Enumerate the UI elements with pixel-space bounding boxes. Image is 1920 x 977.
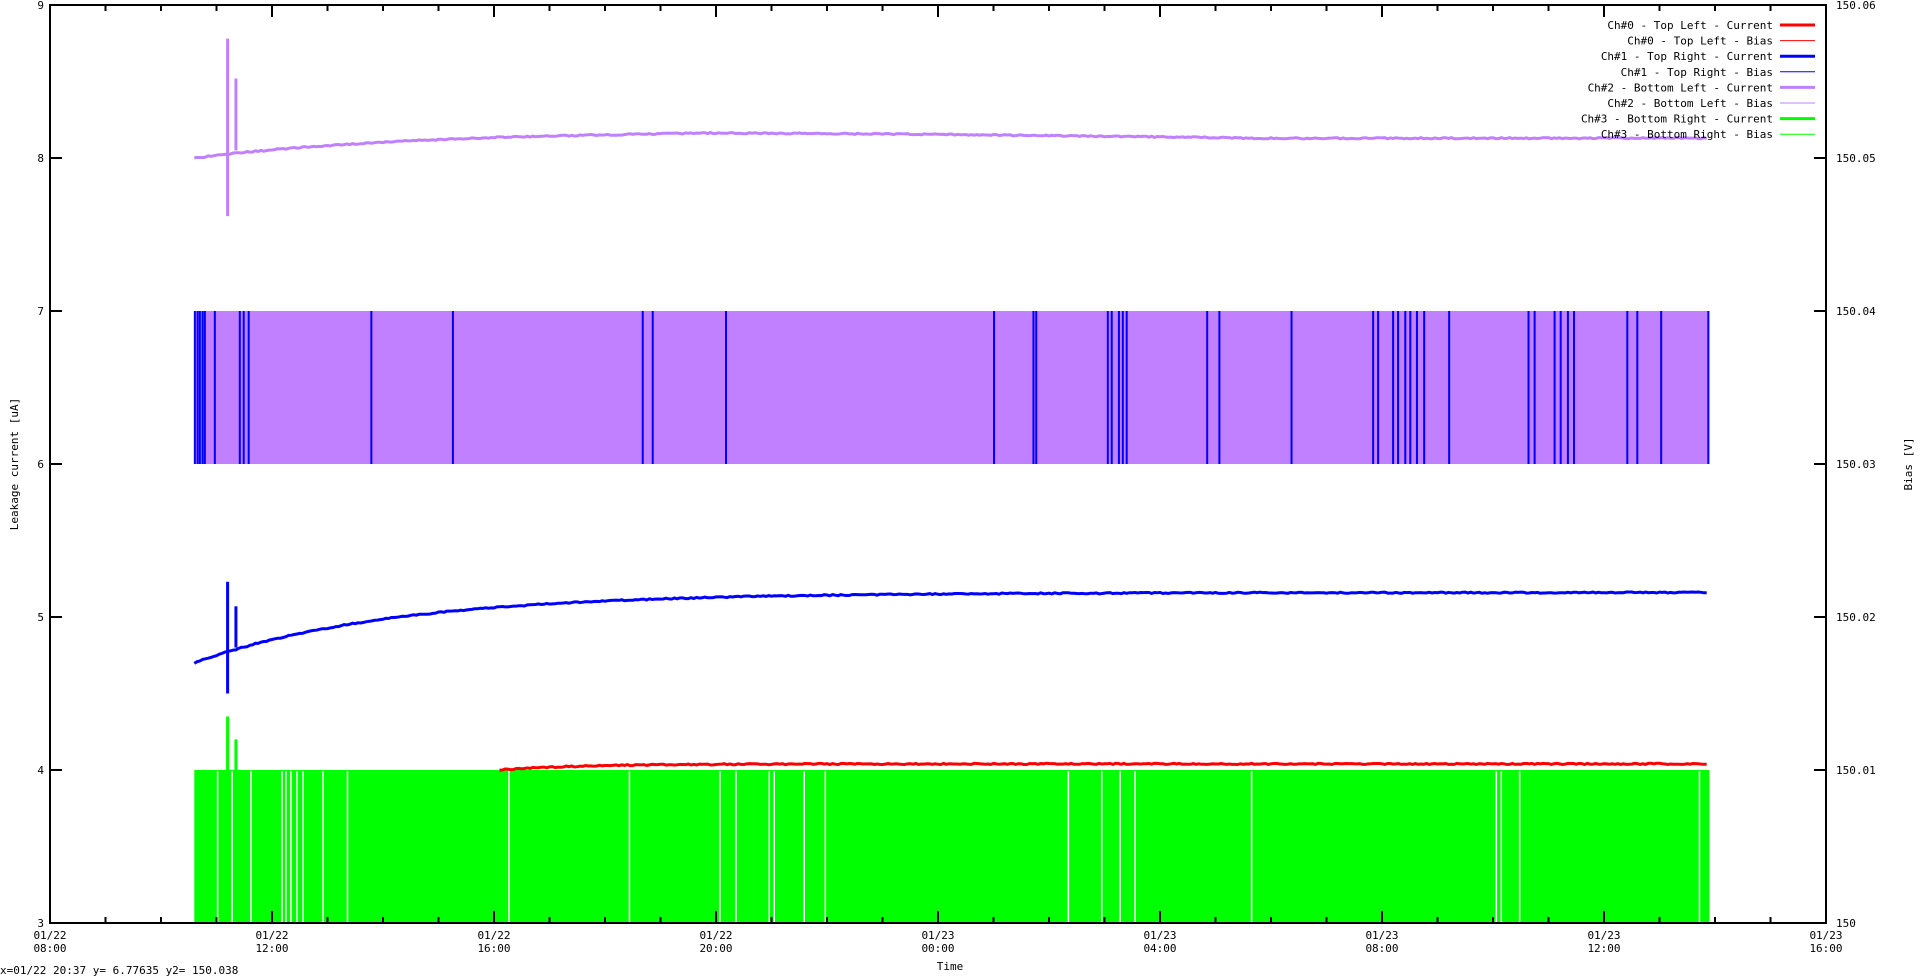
leakage-current-chart[interactable]: 01/22 08:0001/22 12:0001/22 16:0001/22 20:00… xyxy=(0,0,1920,977)
y-tick-label: 8 xyxy=(37,152,44,165)
ch3-bias-band xyxy=(194,770,1709,923)
y-tick-label: 5 xyxy=(37,611,44,624)
legend-label: Ch#2 - Bottom Left - Bias xyxy=(1607,97,1773,110)
x-tick-label-line: 01/22 xyxy=(699,929,732,942)
x-tick-label-line: 01/23 xyxy=(1143,929,1176,942)
legend-label: Ch#1 - Top Right - Bias xyxy=(1621,66,1773,79)
x-tick-label-line: 16:00 xyxy=(1809,942,1842,955)
y2-tick-label: 150.02 xyxy=(1836,611,1876,624)
y2-tick-label: 150 xyxy=(1836,917,1856,930)
y-tick-label: 4 xyxy=(37,764,44,777)
x-tick-label-line: 01/23 xyxy=(1809,929,1842,942)
x-tick-label: 01/22 08:00 xyxy=(33,929,66,955)
legend-label: Ch#0 - Top Left - Bias xyxy=(1627,35,1773,48)
y2-tick-label: 150.05 xyxy=(1836,152,1876,165)
x-axis-label: Time xyxy=(937,960,964,973)
x-tick-label: 01/23 12:00 xyxy=(1587,929,1620,955)
ch0-current-line xyxy=(500,763,1707,770)
x-tick-label: 01/22 16:00 xyxy=(477,929,510,955)
cursor-readout: x=01/22 20:37 y= 6.77635 y2= 150.038 xyxy=(0,964,238,977)
x-tick-label-line: 12:00 xyxy=(1587,942,1620,955)
x-tick-label: 01/23 16:00 xyxy=(1809,929,1842,955)
x-tick-label: 01/23 04:00 xyxy=(1143,929,1176,955)
x-tick-label: 01/22 20:00 xyxy=(699,929,732,955)
y2-tick-label: 150.06 xyxy=(1836,0,1876,12)
y-tick-label: 7 xyxy=(37,305,44,318)
x-tick-label-line: 08:00 xyxy=(33,942,66,955)
x-tick-label-line: 01/23 xyxy=(1587,929,1620,942)
y2-tick-label: 150.04 xyxy=(1836,305,1876,318)
ch2-bias-band xyxy=(194,311,1709,464)
x-tick-label-line: 01/22 xyxy=(255,929,288,942)
x-tick-label-line: 01/22 xyxy=(477,929,510,942)
x-tick-label-line: 16:00 xyxy=(477,942,510,955)
legend-label: Ch#3 - Bottom Right - Current xyxy=(1581,113,1773,126)
x-tick-label: 01/22 12:00 xyxy=(255,929,288,955)
x-tick-label: 01/23 00:00 xyxy=(921,929,954,955)
x-tick-label-line: 12:00 xyxy=(255,942,288,955)
legend-label: Ch#1 - Top Right - Current xyxy=(1601,50,1773,63)
y2-tick-label: 150.01 xyxy=(1836,764,1876,777)
y-tick-label: 3 xyxy=(37,917,44,930)
y-axis-label: Leakage current [uA] xyxy=(8,398,21,530)
legend: Ch#0 - Top Left - Current Ch#0 - Top Left… xyxy=(1581,19,1815,141)
x-tick-label-line: 00:00 xyxy=(921,942,954,955)
x-tick-label-line: 04:00 xyxy=(1143,942,1176,955)
x-tick-label-line: 08:00 xyxy=(1365,942,1398,955)
y-tick-label: 6 xyxy=(37,458,44,471)
y2-tick-label: 150.03 xyxy=(1836,458,1876,471)
y2-axis-label: Bias [V] xyxy=(1902,438,1915,491)
legend-label: Ch#3 - Bottom Right - Bias xyxy=(1601,128,1773,141)
x-tick-label-line: 01/23 xyxy=(1365,929,1398,942)
x-tick-label-line: 01/22 xyxy=(33,929,66,942)
legend-label: Ch#2 - Bottom Left - Current xyxy=(1588,81,1773,94)
x-tick-label-line: 20:00 xyxy=(699,942,732,955)
y-tick-label: 9 xyxy=(37,0,44,12)
ch1-current-line xyxy=(194,592,1706,663)
x-tick-label: 01/23 08:00 xyxy=(1365,929,1398,955)
legend-label: Ch#0 - Top Left - Current xyxy=(1607,19,1773,32)
ch2-current-line xyxy=(194,133,1706,158)
x-tick-label-line: 01/23 xyxy=(921,929,954,942)
